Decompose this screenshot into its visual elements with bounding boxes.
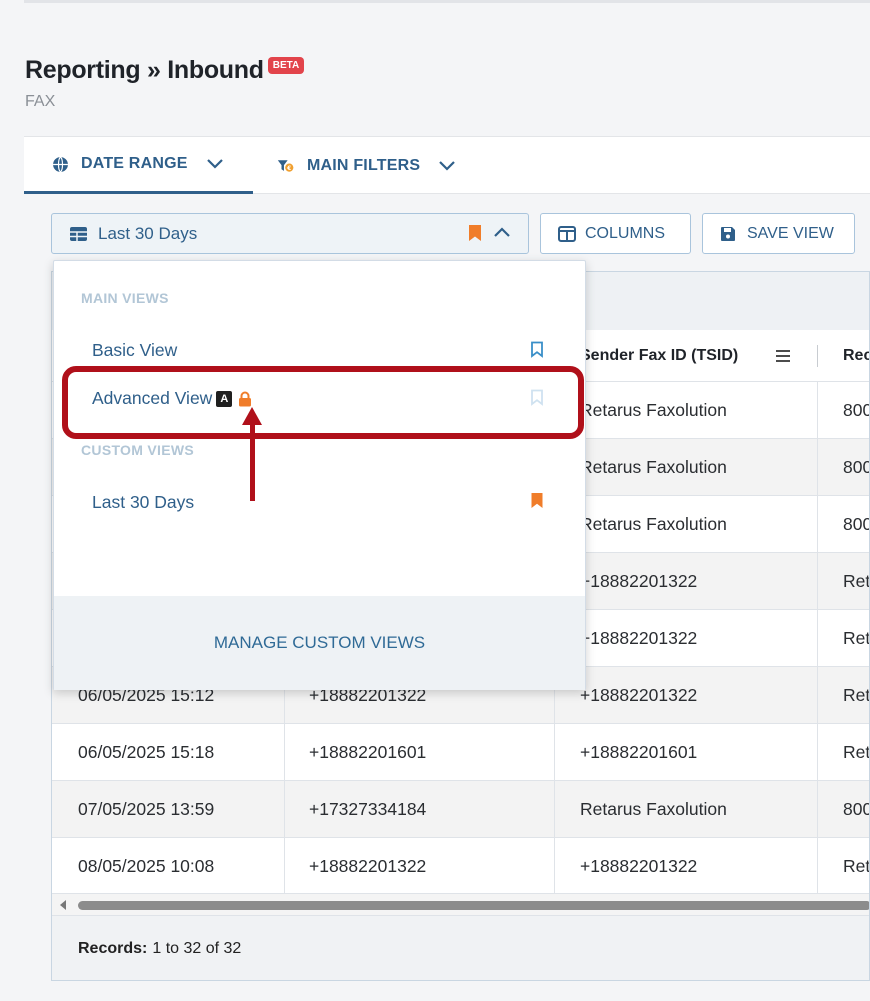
page-subtitle: FAX	[25, 93, 56, 110]
cell-rec: Ret	[843, 628, 870, 648]
main-views-heading: MAIN VIEWS	[81, 290, 169, 306]
view-option-last-30-days[interactable]: Last 30 Days	[92, 492, 194, 513]
tab-date-range-label: DATE RANGE	[81, 155, 188, 172]
custom-views-heading: CUSTOM VIEWS	[81, 442, 195, 458]
cell-tsid: Retarus Faxolution	[580, 799, 727, 819]
cell-from: +18882201322	[309, 856, 427, 876]
filter-icon: €	[277, 157, 295, 175]
cell-divider	[817, 724, 818, 781]
scroll-left-icon[interactable]	[60, 900, 66, 910]
annotation-arrow-shaft	[250, 420, 255, 501]
view-selector-label: Last 30 Days	[98, 223, 198, 243]
save-icon	[720, 225, 738, 243]
save-view-button[interactable]: SAVE VIEW	[702, 213, 855, 254]
view-option-basic[interactable]: Basic View	[92, 340, 177, 361]
tab-date-range[interactable]: DATE RANGE	[24, 137, 253, 194]
chevron-down-icon	[438, 157, 456, 175]
table-view-icon	[69, 226, 88, 242]
manage-custom-views-button[interactable]: MANAGE CUSTOM VIEWS	[54, 596, 585, 690]
cell-divider	[554, 724, 555, 781]
cell-tsid: Retarus Faxolution	[580, 400, 727, 420]
horizontal-scrollbar[interactable]	[52, 893, 869, 915]
cell-rec: 800	[843, 514, 870, 534]
cell-date: 08/05/2025 10:08	[78, 856, 215, 876]
cell-rec: 800	[843, 799, 870, 819]
view-option-label: Last 30 Days	[92, 492, 195, 512]
cell-tsid: Retarus Faxolution	[580, 514, 727, 534]
cell-tsid: Retarus Faxolution	[580, 457, 727, 477]
columns-icon	[558, 225, 576, 243]
cell-date: 07/05/2025 13:59	[78, 799, 215, 819]
chevron-up-icon[interactable]	[493, 224, 511, 244]
svg-text:€: €	[286, 166, 291, 172]
globe-icon	[51, 155, 69, 173]
cell-divider	[817, 382, 818, 439]
records-count: 1 to 32 of 32	[152, 940, 242, 957]
columns-button-label: COLUMNS	[585, 224, 666, 242]
cell-date: 06/05/2025 15:18	[78, 742, 215, 762]
table-row[interactable]: 07/05/2025 13:59 +17327334184 Retarus Fa…	[52, 781, 870, 838]
cell-rec: Ret	[843, 742, 870, 762]
cell-divider	[284, 838, 285, 895]
cell-tsid: +18882201322	[580, 856, 698, 876]
cell-divider	[284, 781, 285, 838]
cell-divider	[284, 724, 285, 781]
cell-divider	[817, 496, 818, 553]
cell-divider	[554, 838, 555, 895]
cell-tsid: +18882201322	[580, 628, 698, 648]
annotation-highlight-box	[62, 366, 584, 439]
column-header-rec[interactable]: Rec	[843, 330, 869, 382]
table-footer: Records: 1 to 32 of 32	[52, 915, 869, 980]
cell-divider	[817, 439, 818, 496]
beta-badge: BETA	[267, 57, 305, 74]
tab-main-filters[interactable]: € MAIN FILTERS	[277, 137, 456, 194]
cell-tsid: +18882201601	[580, 742, 698, 762]
cell-rec: 800	[843, 457, 870, 477]
records-label: Records:	[78, 940, 148, 957]
cell-tsid: +18882201322	[580, 685, 698, 705]
cell-divider	[817, 553, 818, 610]
cell-rec: 800	[843, 400, 870, 420]
table-row[interactable]: 08/05/2025 10:08 +18882201322 +188822013…	[52, 838, 870, 895]
bookmark-filled-icon	[468, 224, 482, 247]
top-divider	[24, 0, 870, 3]
bookmark-outline-icon[interactable]	[530, 341, 544, 358]
filter-tabs: DATE RANGE € MAIN FILTERS	[24, 136, 870, 194]
page-title: Reporting » Inbound	[25, 56, 264, 84]
cell-from: +17327334184	[309, 799, 427, 819]
column-header-tsid[interactable]: Sender Fax ID (TSID)	[580, 330, 738, 382]
bookmark-filled-icon[interactable]	[530, 492, 544, 509]
chevron-down-icon	[206, 155, 224, 173]
cell-from: +18882201601	[309, 742, 427, 762]
view-option-label: Basic View	[92, 340, 178, 360]
cell-rec: Ret	[843, 856, 870, 876]
cell-tsid: +18882201322	[580, 571, 698, 591]
annotation-arrow-head	[242, 407, 262, 425]
cell-rec: Ret	[843, 685, 870, 705]
column-divider	[817, 345, 818, 367]
cell-rec: Ret	[843, 571, 870, 591]
scrollbar-thumb[interactable]	[78, 901, 869, 910]
column-menu-icon[interactable]	[775, 330, 791, 382]
table-row[interactable]: 06/05/2025 15:18 +18882201601 +188822016…	[52, 724, 870, 781]
views-dropdown: MAIN VIEWS Basic View Advanced View A CU…	[53, 260, 586, 690]
tab-main-filters-label: MAIN FILTERS	[307, 156, 421, 174]
manage-custom-views-label: MANAGE CUSTOM VIEWS	[213, 633, 426, 652]
page-header: Reporting » Inbound BETA	[25, 56, 305, 85]
columns-button[interactable]: COLUMNS	[540, 213, 691, 254]
cell-divider	[817, 838, 818, 895]
cell-divider	[554, 781, 555, 838]
view-selector[interactable]: Last 30 Days	[51, 213, 529, 254]
save-view-button-label: SAVE VIEW	[747, 224, 834, 242]
cell-divider	[817, 781, 818, 838]
cell-divider	[817, 610, 818, 667]
cell-divider	[817, 667, 818, 724]
